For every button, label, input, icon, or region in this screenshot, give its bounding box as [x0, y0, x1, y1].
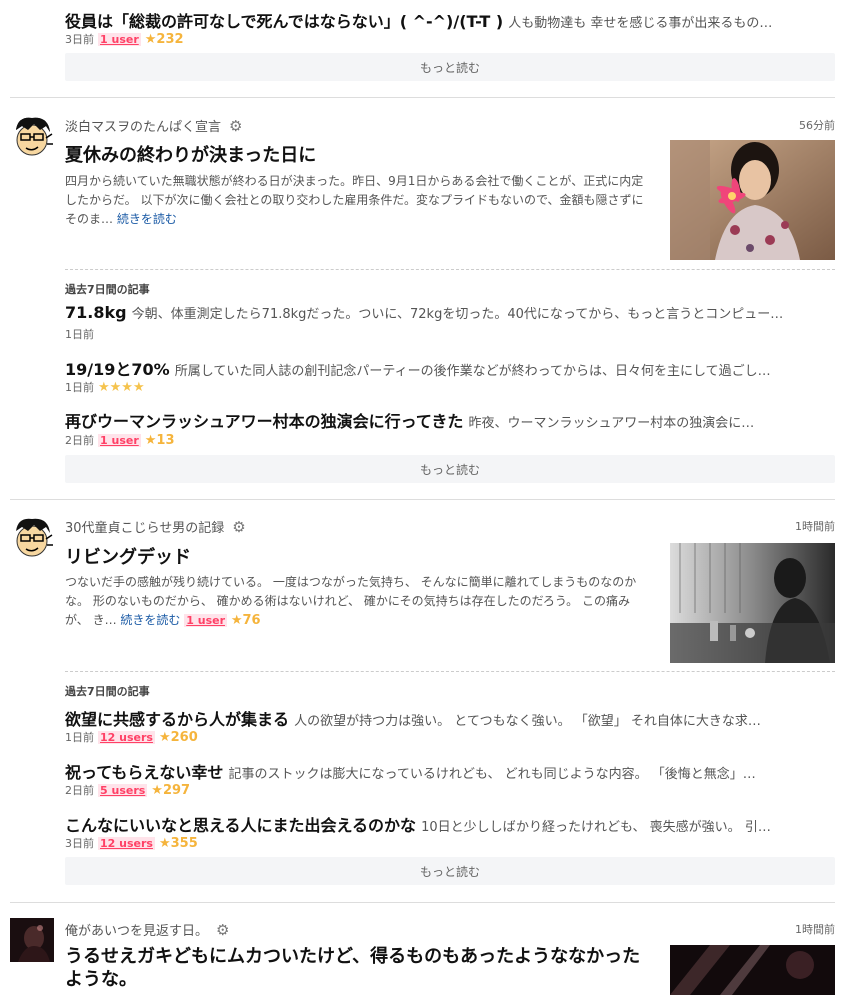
star-count[interactable]: ★355 — [159, 836, 198, 851]
star-count[interactable]: ★13 — [145, 433, 175, 448]
post-time: 1時間前 — [795, 520, 835, 533]
continue-reading-link[interactable]: 続きを読む — [117, 212, 177, 226]
past-article-meta: 3日前 12 users ★355 — [65, 835, 198, 851]
star-count[interactable]: ★76 — [231, 613, 261, 628]
past-article-meta: 2日前 1 user ★13 — [65, 432, 175, 448]
post-thumbnail[interactable] — [670, 945, 835, 995]
past-article-row[interactable]: 祝ってもらえない幸せ 記事のストックは膨大になっているけれども、 どれも同じよう… — [65, 759, 835, 783]
bookmark-users-badge[interactable]: 5 users — [98, 783, 148, 797]
read-more-button[interactable]: もっと読む — [65, 857, 835, 885]
past-article-meta: 2日前 5 users ★297 — [65, 782, 190, 798]
past-article-row[interactable]: 19/19と70% 所属していた同人誌の創刊記念パーティーの後作業などが終わって… — [65, 356, 835, 380]
star-count[interactable]: ★260 — [159, 730, 198, 745]
dashed-divider — [65, 671, 835, 672]
read-more-button[interactable]: もっと読む — [65, 53, 835, 81]
divider — [10, 902, 835, 903]
past-article-row[interactable]: 欲望に共感するから人が集まる 人の欲望が持つ力は強い。 とてつもなく強い。 「欲… — [65, 706, 835, 730]
bookmark-users-badge[interactable]: 1 user — [184, 614, 227, 627]
past-article-title[interactable]: 欲望に共感するから人が集まる — [65, 710, 289, 729]
post-title[interactable]: リビングデッド — [65, 543, 191, 569]
star-icons[interactable]: ★★★★ — [98, 380, 145, 395]
bookmark-users-badge[interactable]: 1 user — [98, 32, 141, 46]
avatar[interactable] — [10, 114, 54, 158]
blog-name-label[interactable]: 淡白マスヲのたんぱく宣言 — [65, 116, 221, 135]
gear-icon[interactable]: ⚙ — [216, 921, 229, 939]
bookmark-users-badge[interactable]: 1 user — [98, 433, 141, 447]
divider — [10, 499, 835, 500]
divider — [10, 97, 835, 98]
article-meta: 3日前 1 user ★232 — [65, 31, 184, 47]
past-article-meta: 1日前 ★★★★ — [65, 379, 145, 395]
past-article-snippet: 10日と少ししばかり経ったけれども、 喪失感が強い。 引… — [421, 820, 771, 835]
post-time: 56分前 — [799, 119, 835, 132]
blog-name[interactable]: 30代童貞こじらせ男の記録 ⚙ — [65, 517, 246, 537]
article-snippet: 人も動物達も 幸せを感じる事が出来るもの… — [508, 16, 773, 31]
post-time: 1時間前 — [795, 923, 835, 936]
past-article-snippet: 今朝、体重測定したら71.8kgだった。ついに、72kgを切った。40代になって… — [131, 307, 784, 322]
continue-reading-link[interactable]: 続きを読む — [120, 613, 180, 627]
star-count[interactable]: ★297 — [151, 783, 190, 798]
past-article-row[interactable]: こんなにいいなと思える人にまた出会えるのかな 10日と少ししばかり経ったけれども… — [65, 812, 835, 836]
article-title[interactable]: 役員は「総裁の許可なしで死んではならない」( ^-^)/(T-T ) — [65, 12, 503, 31]
post-thumbnail[interactable] — [670, 543, 835, 663]
past-articles-label: 過去7日間の記事 — [65, 283, 150, 296]
past-article-title[interactable]: 71.8kg — [65, 303, 127, 322]
avatar[interactable] — [10, 515, 54, 559]
past-article-row[interactable]: 再びウーマンラッシュアワー村本の独演会に行ってきた 昨夜、ウーマンラッシュアワー… — [65, 408, 835, 432]
past-article-title[interactable]: こんなにいいなと思える人にまた出会えるのかな — [65, 816, 416, 835]
past-article-title[interactable]: 再びウーマンラッシュアワー村本の独演会に行ってきた — [65, 412, 463, 431]
past-article-meta: 1日前 — [65, 326, 94, 342]
feed-page: 役員は「総裁の許可なしで死んではならない」( ^-^)/(T-T ) 人も動物達… — [0, 0, 858, 995]
past-article-date: 2日前 — [65, 784, 94, 797]
past-article-date: 3日前 — [65, 837, 94, 850]
past-article-title[interactable]: 祝ってもらえない幸せ — [65, 763, 223, 782]
past-article-date: 1日前 — [65, 328, 94, 341]
past-article-title[interactable]: 19/19と70% — [65, 360, 170, 379]
past-article-row[interactable]: 71.8kg 今朝、体重測定したら71.8kgだった。ついに、72kgを切った。… — [65, 303, 835, 322]
past-article-snippet: 人の欲望が持つ力は強い。 とてつもなく強い。 「欲望」 それ自体に大きな求… — [294, 714, 761, 729]
past-article-date: 1日前 — [65, 381, 94, 394]
past-article-snippet: 昨夜、ウーマンラッシュアワー村本の独演会に… — [468, 416, 755, 431]
article-row[interactable]: 役員は「総裁の許可なしで死んではならない」( ^-^)/(T-T ) 人も動物達… — [65, 8, 835, 32]
past-article-snippet: 記事のストックは膨大になっているけれども、 どれも同じような内容。 「後悔と無念… — [228, 767, 756, 782]
bookmark-users-badge[interactable]: 12 users — [98, 836, 155, 850]
past-article-date: 2日前 — [65, 434, 94, 447]
bookmark-users-badge[interactable]: 12 users — [98, 730, 155, 744]
post-thumbnail[interactable] — [670, 140, 835, 260]
avatar[interactable] — [10, 918, 54, 962]
blog-name-label[interactable]: 俺があいつを見返す日。 — [65, 920, 208, 939]
dashed-divider — [65, 269, 835, 270]
post-title[interactable]: 夏休みの終わりが決まった日に — [65, 141, 316, 167]
past-article-meta: 1日前 12 users ★260 — [65, 729, 198, 745]
read-more-button[interactable]: もっと読む — [65, 455, 835, 483]
post-description: つないだ手の感触が残り続けている。 一度はつながった気持ち、 そんなに簡単に離れ… — [65, 573, 650, 630]
article-date: 3日前 — [65, 33, 94, 46]
blog-name[interactable]: 淡白マスヲのたんぱく宣言 ⚙ — [65, 116, 242, 136]
post-description: 四月から続いていた無職状態が終わる日が決まった。昨日、9月1日からある会社で働く… — [65, 172, 650, 229]
gear-icon[interactable]: ⚙ — [232, 518, 245, 536]
star-count[interactable]: ★232 — [145, 32, 184, 47]
past-article-snippet: 所属していた同人誌の創刊記念パーティーの後作業などが終わってからは、日々何を主に… — [174, 364, 771, 379]
past-articles-label: 過去7日間の記事 — [65, 685, 150, 698]
past-article-date: 1日前 — [65, 731, 94, 744]
blog-name-label[interactable]: 30代童貞こじらせ男の記録 — [65, 517, 224, 536]
blog-name[interactable]: 俺があいつを見返す日。 ⚙ — [65, 920, 229, 940]
gear-icon[interactable]: ⚙ — [229, 117, 242, 135]
post-title[interactable]: うるせえガキどもにムカついたけど、得るものもあったようななかったような。 — [65, 945, 655, 991]
